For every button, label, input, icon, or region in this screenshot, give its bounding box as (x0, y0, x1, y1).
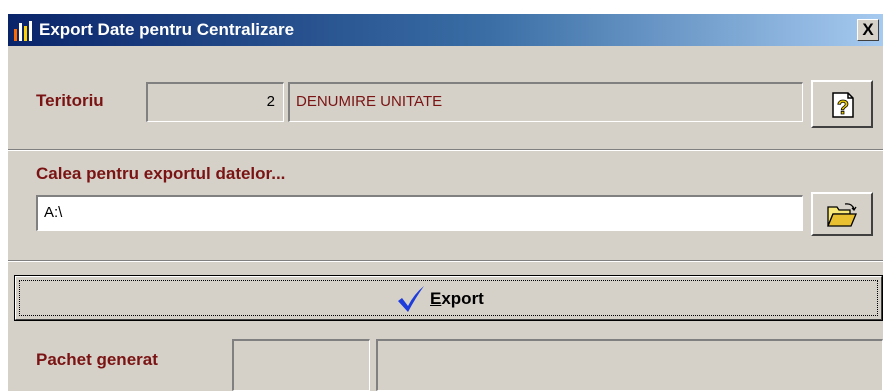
window-title: Export Date pentru Centralizare (39, 20, 295, 39)
pachet-short-field[interactable] (232, 339, 370, 391)
export-accelerator: E (430, 289, 442, 308)
separator-1 (8, 149, 883, 151)
export-path-label: Calea pentru exportul datelor... (36, 164, 286, 183)
help-icon: ? (832, 92, 854, 119)
browse-folder-button[interactable] (811, 192, 873, 236)
teritoriu-label: Teritoriu (36, 91, 104, 110)
export-dialog: Export Date pentru Centralizare X Terito… (8, 14, 883, 391)
export-path-input[interactable]: A:\ (36, 195, 803, 231)
export-label-rest: xport (441, 289, 484, 308)
close-button[interactable]: X (857, 19, 879, 41)
title-bar[interactable]: Export Date pentru Centralizare X (8, 14, 883, 46)
checkmark-icon (398, 286, 424, 312)
close-icon: X (862, 20, 874, 39)
svg-text:?: ? (837, 97, 849, 119)
pachet-long-field[interactable] (376, 339, 883, 391)
separator-2 (8, 260, 883, 262)
pachet-generat-label: Pachet generat (36, 350, 158, 369)
teritoriu-code-field[interactable]: 2 (146, 82, 284, 122)
app-icon (14, 21, 32, 41)
open-folder-icon (827, 203, 857, 227)
export-button[interactable]: Export (14, 275, 883, 321)
export-label: Export (430, 289, 484, 309)
export-path-value: A:\ (44, 204, 63, 221)
teritoriu-name-field[interactable]: DENUMIRE UNITATE (288, 82, 803, 122)
teritoriu-lookup-button[interactable]: ? (811, 80, 873, 128)
teritoriu-name: DENUMIRE UNITATE (296, 93, 443, 110)
teritoriu-code: 2 (266, 93, 275, 110)
